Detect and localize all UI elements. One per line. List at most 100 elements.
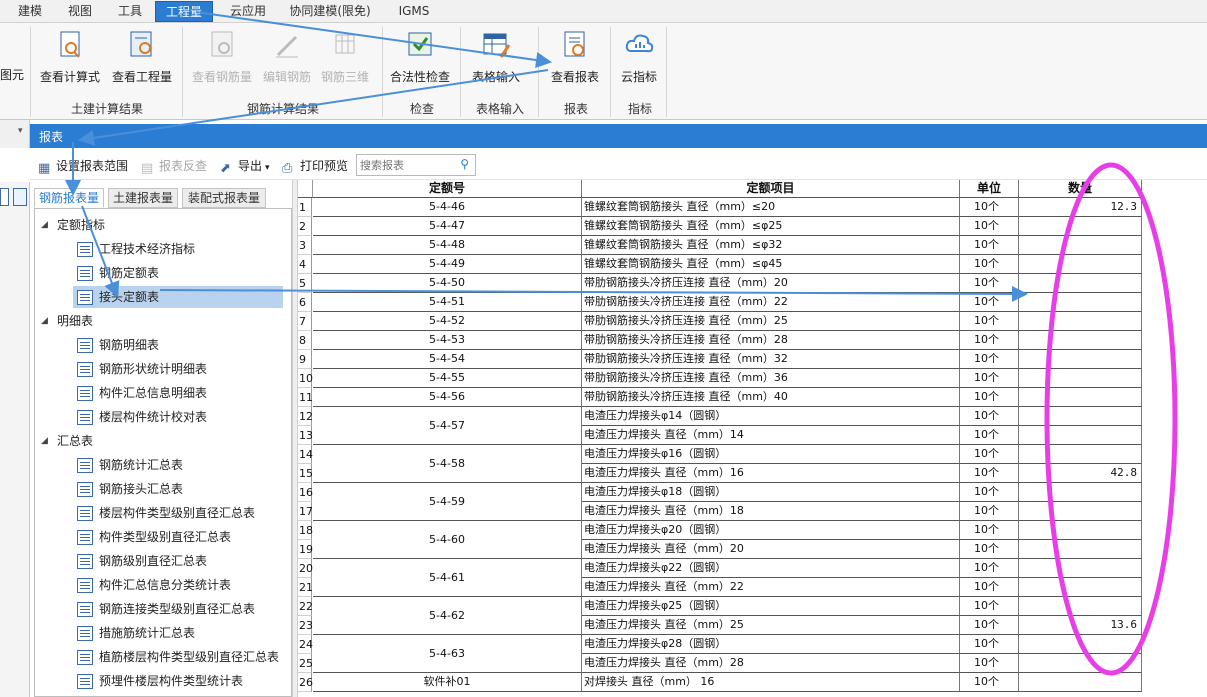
ribbon-separator [182,27,183,117]
table-cell-unit: 10个 [960,369,1019,388]
table-input-icon [483,33,511,58]
toolbar-button-3[interactable]: ⎙ 打印预览 [282,157,348,176]
table-cell-quantity [1019,407,1142,426]
row-number: 15 [298,464,313,483]
table-header-2: 单位 [960,180,1019,198]
menu-item-6[interactable]: IGMS [390,1,438,22]
search-box[interactable]: ⚲ [356,154,476,176]
expand-arrow-icon[interactable]: ◢ [41,214,51,236]
report-doc-icon [77,674,93,689]
tree-item[interactable]: 措施筋统计汇总表 [73,622,283,644]
report-range-icon: ▦ [38,161,51,176]
row-number: 16 [298,483,313,502]
tab-report-2[interactable]: 装配式报表量 [182,188,266,208]
tree-item[interactable]: 构件汇总信息分类统计表 [73,574,283,596]
tree-item[interactable]: 钢筋明细表 [73,334,283,356]
tree-item[interactable]: 钢筋接头汇总表 [73,478,283,500]
formula-view-icon [60,31,80,58]
ribbon-button-label: 查看钢筋量 [191,70,252,84]
table-cell-unit: 10个 [960,597,1019,616]
table-cell-code: 5-4-57 [313,407,582,445]
tree-group[interactable]: ◢ 汇总表 [35,430,291,452]
menu-item-2[interactable]: 工具 [114,1,146,22]
ribbon-button-quantity-view[interactable]: 查看工程量 [107,29,177,89]
table-cell-unit: 10个 [960,312,1019,331]
ribbon-button-table-input[interactable]: 表格输入 [467,29,525,89]
list-view-icon[interactable] [0,188,9,206]
row-number: 1 [298,198,312,217]
tree-item[interactable]: 楼层构件统计校对表 [73,406,283,428]
table-cell-unit: 10个 [960,293,1019,312]
row-number: 24 [298,635,313,654]
cloud-index-icon [625,34,654,53]
expand-arrow-icon[interactable]: ◢ [41,430,51,452]
table-cell-item: 锥螺纹套筒钢筋接头 直径（mm）≤φ25 [582,217,960,236]
report-doc-icon [77,506,93,521]
tab-report-1[interactable]: 土建报表量 [108,188,178,208]
report-doc-icon [77,602,93,617]
tree-item[interactable]: 构件汇总信息明细表 [73,382,283,404]
toolbar-button-2[interactable]: ⬈ 导出 ▾ [220,157,270,176]
tree-group[interactable]: ◢ 定额指标 [35,214,291,236]
ribbon-cut-label[interactable]: 图元 [0,66,24,83]
tab-report-0[interactable]: 钢筋报表量 [34,188,104,208]
tree-item[interactable]: 植筋楼层构件类型级别直径汇总表 [73,646,283,668]
tree-item[interactable]: 工程技术经济指标 [73,238,283,260]
tree-item-label: 预埋件楼层构件类型统计表 [99,674,244,688]
tree-group-label: 明细表 [57,314,94,328]
tree-item-label: 工程技术经济指标 [99,242,196,256]
toolbar-button-0[interactable]: ▦ 设置报表范围 [38,157,128,176]
ribbon-button-formula-view[interactable]: 查看计算式 [37,29,103,89]
report-lookup-icon: ▤ [141,161,154,176]
search-input[interactable] [360,157,456,173]
report-doc-icon [77,578,93,593]
ribbon-button-validity-check[interactable]: 合法性检查 [387,29,453,89]
table-cell-item: 电渣压力焊接头 直径（mm）14 [582,426,960,445]
tree-item[interactable]: 楼层构件类型级别直径汇总表 [73,502,283,524]
menu-item-5[interactable]: 协同建模(限免) [286,1,374,22]
tree-item[interactable]: 钢筋连接类型级别直径汇总表 [73,598,283,620]
tree-item[interactable]: 钢筋定额表 [73,262,283,284]
ribbon-button-cloud-index[interactable]: 云指标 [616,29,662,89]
export-icon: ⬈ [220,161,231,176]
search-icon[interactable]: ⚲ [460,157,469,171]
dropdown-arrow-icon[interactable]: ▾ [18,126,23,136]
chevron-down-icon[interactable]: ▾ [265,163,270,173]
menu-item-1[interactable]: 视图 [63,1,97,22]
tree-item[interactable]: 构件类型级别直径汇总表 [73,526,283,548]
ribbon-button-rebar-3d: 钢筋三维 [317,29,373,89]
tree-item-label: 措施筋统计汇总表 [99,626,196,640]
report-doc-icon [77,290,93,305]
table-cell-item: 电渣压力焊接头 直径（mm）20 [582,540,960,559]
table-cell-unit: 10个 [960,521,1019,540]
tree-group[interactable]: ◢ 明细表 [35,310,291,332]
tree-item[interactable]: 接头定额表 [73,286,283,308]
tree-item[interactable]: 钢筋统计汇总表 [73,454,283,476]
menu-item-4[interactable]: 云应用 [226,1,270,22]
ribbon-separator [666,27,667,117]
table-cell-unit: 10个 [960,198,1019,217]
tree-item-label: 构件汇总信息分类统计表 [99,578,232,592]
ribbon-group-label-5: 指标 [627,102,652,116]
tree-item[interactable]: 钢筋形状统计明细表 [73,358,283,380]
left-collapsed-panel-top[interactable]: ▾ [0,120,30,148]
tree-item[interactable]: 预埋件楼层构件类型统计表 [73,670,283,692]
ribbon-button-label: 表格输入 [471,70,520,84]
row-number: 21 [298,578,313,597]
table-cell-item: 电渣压力焊接头φ22（圆钢） [582,559,960,578]
table-cell-unit: 10个 [960,464,1019,483]
left-collapsed-panel [0,182,30,697]
menu-bar: 建模 视图 工具 工程量 云应用 协同建模(限免) IGMS [0,0,1207,22]
table-cell-unit: 10个 [960,559,1019,578]
report-doc-icon[interactable] [13,188,27,206]
menu-item-3[interactable]: 工程量 [155,1,213,22]
table-cell-quantity: 42.8 [1019,464,1142,483]
ribbon-button-report-view[interactable]: 查看报表 [546,29,604,89]
table-cell-item: 带肋钢筋接头冷挤压连接 直径（mm）25 [582,312,960,331]
table-cell-unit: 10个 [960,654,1019,673]
tree-item[interactable]: 钢筋级别直径汇总表 [73,550,283,572]
menu-item-0[interactable]: 建模 [14,1,46,22]
expand-arrow-icon[interactable]: ◢ [41,310,51,332]
row-number: 8 [298,331,312,350]
tree-item-label: 钢筋连接类型级别直径汇总表 [99,602,256,616]
